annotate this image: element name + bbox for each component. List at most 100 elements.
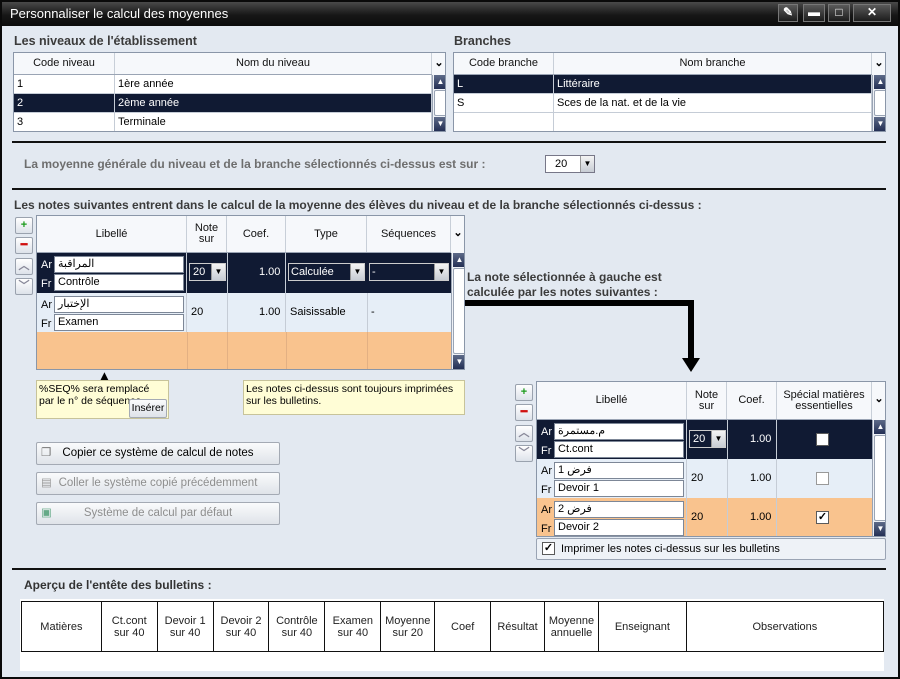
chevron-down-icon[interactable]: ▼ [711,431,725,447]
sequences-value: - [371,306,375,318]
table-row[interactable]: S Sces de la nat. et de la vie [454,94,872,113]
apercu-column-header: Moyenne sur 20 [380,601,436,652]
note-sur-select[interactable]: 20 ▼ [689,430,726,448]
chevron-down-icon[interactable]: ▼ [580,156,594,172]
divider [12,141,886,143]
column-chooser-icon[interactable]: ⌄ [432,53,445,75]
col-code-niveau[interactable]: Code niveau [14,53,115,74]
chevron-down-icon[interactable]: ▼ [350,264,364,280]
french-label-field[interactable]: Devoir 2 [554,519,684,536]
table-row[interactable]: Ar Fr المراقبة Contrôle 20 ▼ 1.00 Calculée ▼ - ▼ [37,253,451,293]
column-chooser-icon[interactable]: ⌄ [451,216,464,253]
inserer-button[interactable]: Insérer [129,399,167,418]
move-up-icon[interactable]: ︿ [15,258,33,275]
note-sur-value: 20 [191,306,204,318]
french-label-field[interactable]: Devoir 1 [554,480,684,497]
table-row[interactable]: 3 Terminale [14,113,432,131]
moyenne-value: 20 [555,158,568,170]
scroll-thumb[interactable] [874,435,885,521]
print-tip: Les notes ci-dessus sont toujours imprim… [243,380,465,415]
empty-row[interactable] [37,332,451,369]
col-sequences[interactable]: Séquences [367,216,451,252]
scroll-up-icon[interactable]: ▲ [874,420,885,434]
seq-tip: %SEQ% sera remplacé par le n° de séquenc… [36,380,169,419]
scroll-up-icon[interactable]: ▲ [874,75,885,89]
col-nom-niveau[interactable]: Nom du niveau [115,53,432,74]
move-down-icon[interactable]: ﹀ [15,278,33,295]
paste-system-button[interactable]: ▤ Coller le système copié précédemment [36,472,280,495]
col-sep [286,332,287,369]
calc-scrollbar[interactable]: ▲ ▼ [872,420,885,536]
special-checkbox[interactable]: ✓ [816,511,829,524]
table-row[interactable]: 2 2ème année [14,94,432,113]
add-icon[interactable]: + [15,217,33,234]
col-nom-branche[interactable]: Nom branche [554,53,872,74]
add-icon[interactable]: + [515,384,533,401]
scroll-down-icon[interactable]: ▼ [453,355,464,369]
table-row[interactable]: 1 1ère année [14,75,432,94]
copy-system-button[interactable]: ❐ Copier ce système de calcul de notes [36,442,280,465]
default-system-button[interactable]: ▣ Système de calcul par défaut [36,502,280,525]
column-chooser-icon[interactable]: ⌄ [872,382,885,420]
french-label-field[interactable]: Examen [54,314,184,331]
maximize-button[interactable]: □ [828,4,850,22]
scroll-down-icon[interactable]: ▼ [434,117,445,131]
scroll-down-icon[interactable]: ▼ [874,522,885,536]
default-label: Système de calcul par défaut [83,507,233,519]
scroll-thumb[interactable] [453,268,464,354]
close-button[interactable]: ✕ [853,4,891,22]
chevron-down-icon[interactable]: ▼ [434,264,448,280]
table-row[interactable]: Ar Fr الإختبار Examen 20 1.00 Saisissable - [37,293,451,332]
table-row[interactable]: Ar Fr فرض 2 Devoir 2 20 1.00 ✓ [537,498,872,536]
broom-icon[interactable]: ✎ [778,4,798,22]
note-sur-value: 20 [693,433,706,445]
minimize-button[interactable]: ▬ [803,4,825,22]
print-checkbox-label: Imprimer les notes ci-dessus sur les bul… [561,543,780,555]
note-sur-select[interactable]: 20 ▼ [189,263,226,281]
arrow-down-icon [682,358,700,372]
col-special[interactable]: Spécial matières essentielles [777,382,872,419]
french-label-field[interactable]: Contrôle [54,274,184,291]
print-checkbox-row[interactable]: ✓ Imprimer les notes ci-dessus sur les b… [536,538,886,560]
col-code-branche[interactable]: Code branche [454,53,554,74]
lang-tag: Ar [541,426,552,438]
special-checkbox[interactable] [816,433,829,446]
print-checkbox[interactable]: ✓ [542,542,555,555]
remove-icon[interactable]: ━ [15,237,33,254]
moyenne-select[interactable]: 20 ▼ [545,155,595,173]
col-type[interactable]: Type [286,216,367,252]
col-libelle[interactable]: Libellé [37,216,187,252]
notes-scrollbar[interactable]: ▲ ▼ [451,253,464,369]
branches-scrollbar[interactable]: ▲ ▼ [872,75,885,131]
table-row[interactable]: L Littéraire [454,75,872,94]
arabic-label-field[interactable]: م.مستمرة [554,423,684,440]
arabic-label-field[interactable]: فرض 2 [554,501,684,518]
scroll-down-icon[interactable]: ▼ [874,117,885,131]
arabic-label-field[interactable]: فرض 1 [554,462,684,479]
niveaux-scrollbar[interactable]: ▲ ▼ [432,75,445,131]
col-coef[interactable]: Coef. [727,382,777,419]
column-chooser-icon[interactable]: ⌄ [872,53,885,75]
move-down-icon[interactable]: ﹀ [515,445,533,462]
col-note-sur[interactable]: Note sur [687,382,727,419]
table-row[interactable]: Ar Fr م.مستمرة Ct.cont 20 ▼ 1.00 [537,420,872,459]
scroll-up-icon[interactable]: ▲ [453,253,464,267]
col-libelle[interactable]: Libellé [537,382,687,419]
arabic-label-field[interactable]: الإختبار [54,296,184,313]
remove-icon[interactable]: ━ [515,404,533,421]
french-label-field[interactable]: Ct.cont [554,441,684,458]
col-coef[interactable]: Coef. [227,216,286,252]
sequences-select[interactable]: - ▼ [369,263,449,281]
col-note-sur[interactable]: Note sur [187,216,227,252]
scroll-thumb[interactable] [874,90,885,116]
special-checkbox[interactable] [816,472,829,485]
empty-row [454,113,872,131]
table-row[interactable]: Ar Fr فرض 1 Devoir 1 20 1.00 [537,459,872,498]
scroll-thumb[interactable] [434,90,445,116]
move-up-icon[interactable]: ︿ [515,425,533,442]
type-select[interactable]: Calculée ▼ [288,263,365,281]
arabic-label-field[interactable]: المراقبة [54,256,184,273]
apercu-column-header: Ct.cont sur 40 [100,601,158,652]
chevron-down-icon[interactable]: ▼ [211,264,225,280]
scroll-up-icon[interactable]: ▲ [434,75,445,89]
